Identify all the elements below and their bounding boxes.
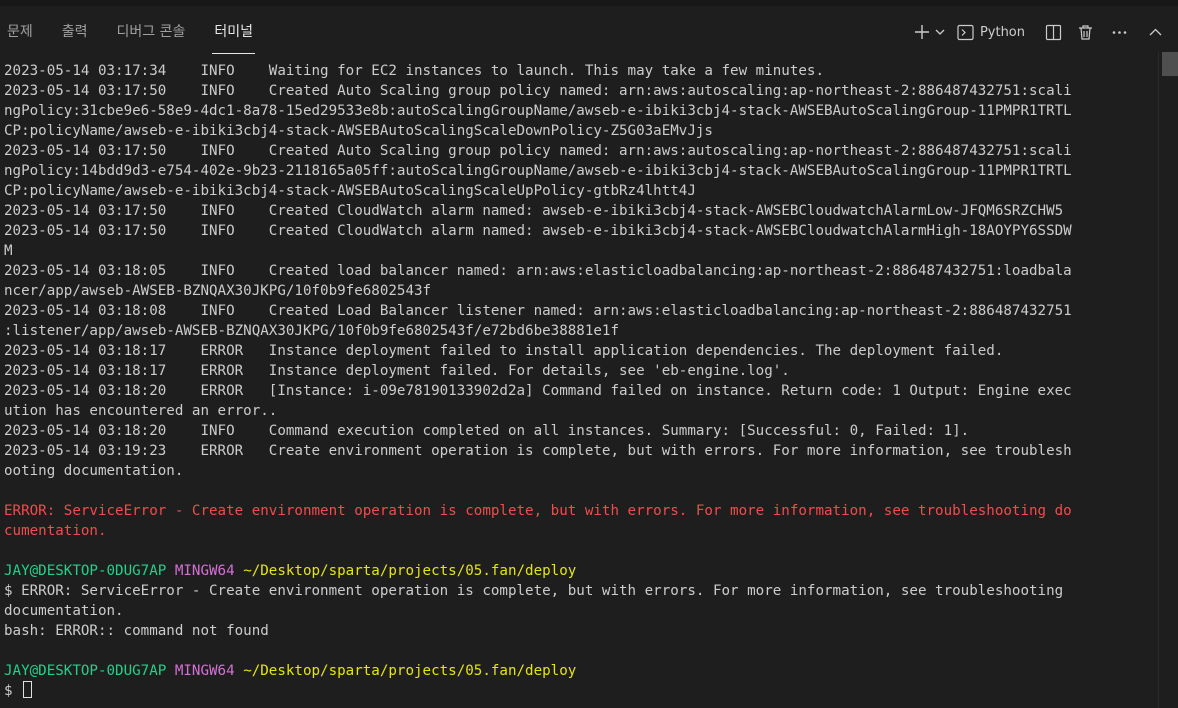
log-line: ngPolicy:31cbe9e6-58e9-4dc1-8a78-15ed295… bbox=[4, 103, 1072, 119]
python-label: Python bbox=[979, 24, 1025, 40]
python-terminal-selector[interactable]: Python bbox=[957, 18, 1025, 46]
terminal-scrollbar[interactable] bbox=[1158, 52, 1178, 708]
terminal-output[interactable]: 2023-05-14 03:17:34 INFO Waiting for EC2… bbox=[0, 52, 1158, 708]
scrollbar-thumb[interactable] bbox=[1162, 52, 1178, 76]
terminal-profile-dropdown[interactable] bbox=[933, 18, 947, 46]
input-prompt-symbol: $ bbox=[4, 683, 13, 699]
terminal-icon bbox=[957, 24, 974, 40]
trash-icon bbox=[1078, 24, 1092, 40]
prompt-env: MINGW64 bbox=[174, 663, 235, 679]
panel-tab-bar: 문제 출력 디버그 콘솔 터미널 Python bbox=[0, 0, 1178, 54]
tab-terminal[interactable]: 터미널 bbox=[212, 12, 255, 54]
log-line: 2023-05-14 03:19:23 ERROR Create environ… bbox=[4, 443, 1072, 459]
error-line: cumentation. bbox=[4, 523, 107, 539]
log-line: 2023-05-14 03:18:17 ERROR Instance deplo… bbox=[4, 363, 790, 379]
prompt-line: JAY@DESKTOP-0DUG7AP MINGW64 ~/Desktop/sp… bbox=[4, 561, 576, 581]
prompt-user-host: JAY@DESKTOP-0DUG7AP bbox=[4, 563, 167, 579]
log-line: 2023-05-14 03:18:20 INFO Command executi… bbox=[4, 423, 970, 439]
log-line: 2023-05-14 03:18:05 INFO Created load ba… bbox=[4, 263, 1072, 279]
input-line[interactable]: $ bbox=[4, 681, 33, 701]
log-line: ution has encountered an error.. bbox=[4, 403, 278, 419]
log-line: ooting documentation. bbox=[4, 463, 184, 479]
log-line: M bbox=[4, 243, 13, 259]
log-line: 2023-05-14 03:18:08 INFO Created Load Ba… bbox=[4, 303, 1072, 319]
prompt-env: MINGW64 bbox=[174, 563, 235, 579]
tab-debug-console[interactable]: 디버그 콘솔 bbox=[115, 12, 188, 52]
ellipsis-icon bbox=[1112, 30, 1126, 34]
log-line: ngPolicy:14bdd9d3-e754-402e-9b23-2118165… bbox=[4, 163, 1072, 179]
panel-actions: Python bbox=[911, 12, 1178, 52]
log-line: 2023-05-14 03:17:50 INFO Created Auto Sc… bbox=[4, 83, 1072, 99]
panel-tabs: 문제 출력 디버그 콘솔 터미널 bbox=[0, 12, 280, 54]
plus-icon bbox=[914, 25, 929, 39]
command-line: $ ERROR: ServiceError - Create environme… bbox=[4, 583, 1064, 599]
log-line: 2023-05-14 03:17:50 INFO Created Auto Sc… bbox=[4, 143, 1072, 159]
log-line: 2023-05-14 03:18:17 ERROR Instance deplo… bbox=[4, 343, 1004, 359]
prompt-path: ~/Desktop/sparta/projects/05.fan/deploy bbox=[243, 663, 577, 679]
prompt-user-host: JAY@DESKTOP-0DUG7AP bbox=[4, 663, 167, 679]
kill-terminal-button[interactable] bbox=[1074, 18, 1096, 46]
command-line: documentation. bbox=[4, 603, 124, 619]
log-line: 2023-05-14 03:18:20 ERROR [Instance: i-0… bbox=[4, 383, 1072, 399]
chevron-down-icon bbox=[935, 29, 945, 35]
maximize-panel-button[interactable] bbox=[1144, 18, 1166, 46]
split-terminal-button[interactable] bbox=[1042, 18, 1064, 46]
split-icon bbox=[1045, 24, 1061, 40]
log-line: ncer/app/awseb-AWSEB-BZNQAX30JKPG/10f0b9… bbox=[4, 283, 432, 299]
prompt-path: ~/Desktop/sparta/projects/05.fan/deploy bbox=[243, 563, 577, 579]
chevron-up-icon bbox=[1149, 28, 1161, 35]
log-line: 2023-05-14 03:17:34 INFO Waiting for EC2… bbox=[4, 63, 824, 79]
log-line: CP:policyName/awseb-e-ibiki3cbj4-stack-A… bbox=[4, 183, 696, 199]
error-line: ERROR: ServiceError - Create environment… bbox=[4, 503, 1072, 519]
tab-problems[interactable]: 문제 bbox=[5, 12, 35, 52]
prompt-line: JAY@DESKTOP-0DUG7AP MINGW64 ~/Desktop/sp… bbox=[4, 661, 576, 681]
log-line: 2023-05-14 03:17:50 INFO Created CloudWa… bbox=[4, 223, 1072, 239]
tab-output[interactable]: 출력 bbox=[60, 12, 90, 52]
log-line: 2023-05-14 03:17:50 INFO Created CloudWa… bbox=[4, 203, 1064, 219]
terminal-cursor bbox=[23, 681, 33, 698]
command-output-line: bash: ERROR:: command not found bbox=[4, 623, 269, 639]
log-line: CP:policyName/awseb-e-ibiki3cbj4-stack-A… bbox=[4, 123, 713, 139]
log-line: :listener/app/awseb-AWSEB-BZNQAX30JKPG/1… bbox=[4, 323, 619, 339]
more-actions-button[interactable] bbox=[1108, 18, 1130, 46]
new-terminal-button[interactable] bbox=[911, 18, 933, 46]
